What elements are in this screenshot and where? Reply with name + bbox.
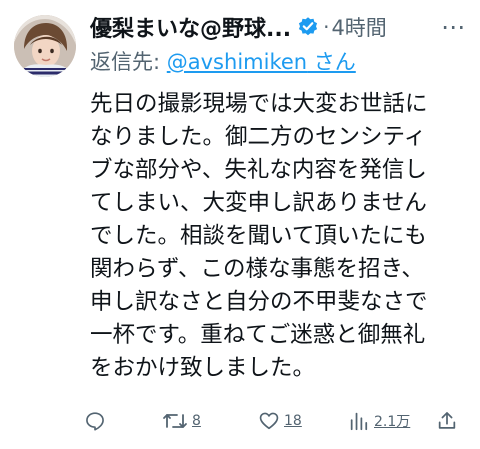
tweet-header: 優梨まいな@野球... · 4時間 ⋯ [90, 10, 470, 44]
avatar[interactable] [14, 15, 76, 77]
reply-to-line: 返信先: @avshimiken さん [90, 46, 356, 76]
tweet-text-line: 先日の撮影現場では大変お世話に [90, 91, 428, 117]
tweet-text: 先日の撮影現場では大変お世話に なりました。御二方のセンシティ ブな部分や、失礼… [90, 88, 470, 385]
reply-icon [86, 412, 104, 431]
retweet-icon [163, 414, 187, 428]
tweet-text-line: なりました。御二方のセンシティ [90, 124, 427, 150]
reply-suffix[interactable]: さん [307, 50, 356, 74]
reply-handle-link[interactable]: @avshimiken [167, 50, 307, 74]
tweet-text-line: てしまい、大変申し訳ありません [90, 190, 427, 216]
tweet-text-line: 一杯です。重ねてご迷惑と御無礼 [90, 322, 426, 348]
action-bar: 8 18 2.1万 [84, 406, 468, 436]
like-button[interactable]: 18 [258, 410, 302, 432]
separator-dot: · [323, 15, 330, 39]
tweet-text-line: でした。相談を聞いて頂いたにも [90, 223, 427, 249]
tweet-text-line: ブな部分や、失礼な内容を発信し [90, 157, 427, 183]
views-button[interactable]: 2.1万 [348, 410, 410, 432]
share-icon [438, 412, 456, 429]
reply-prefix: 返信先: [90, 50, 167, 74]
retweet-count[interactable]: 8 [192, 413, 201, 429]
retweet-button[interactable]: 8 [162, 410, 201, 432]
reply-button[interactable] [84, 410, 106, 432]
tweet-text-line: 申し訳なさと自分の不甲斐なさで [90, 289, 428, 315]
tweet-text-line: をおかけ致しました。 [90, 355, 316, 381]
like-icon [259, 412, 279, 430]
views-count[interactable]: 2.1万 [374, 411, 410, 431]
verified-badge-icon [297, 16, 319, 38]
like-count[interactable]: 18 [284, 413, 302, 429]
more-icon[interactable]: ⋯ [441, 10, 466, 44]
display-name[interactable]: 優梨まいな@野球... [90, 11, 291, 43]
views-icon [350, 412, 368, 431]
share-button[interactable] [436, 410, 458, 432]
tweet-text-line: 関わらず、この様な事態を招き、 [90, 256, 424, 282]
timestamp[interactable]: 4時間 [331, 12, 386, 42]
tweet-card[interactable]: 優梨まいな@野球... · 4時間 ⋯ 返信先: @avshimiken さん … [0, 0, 480, 449]
